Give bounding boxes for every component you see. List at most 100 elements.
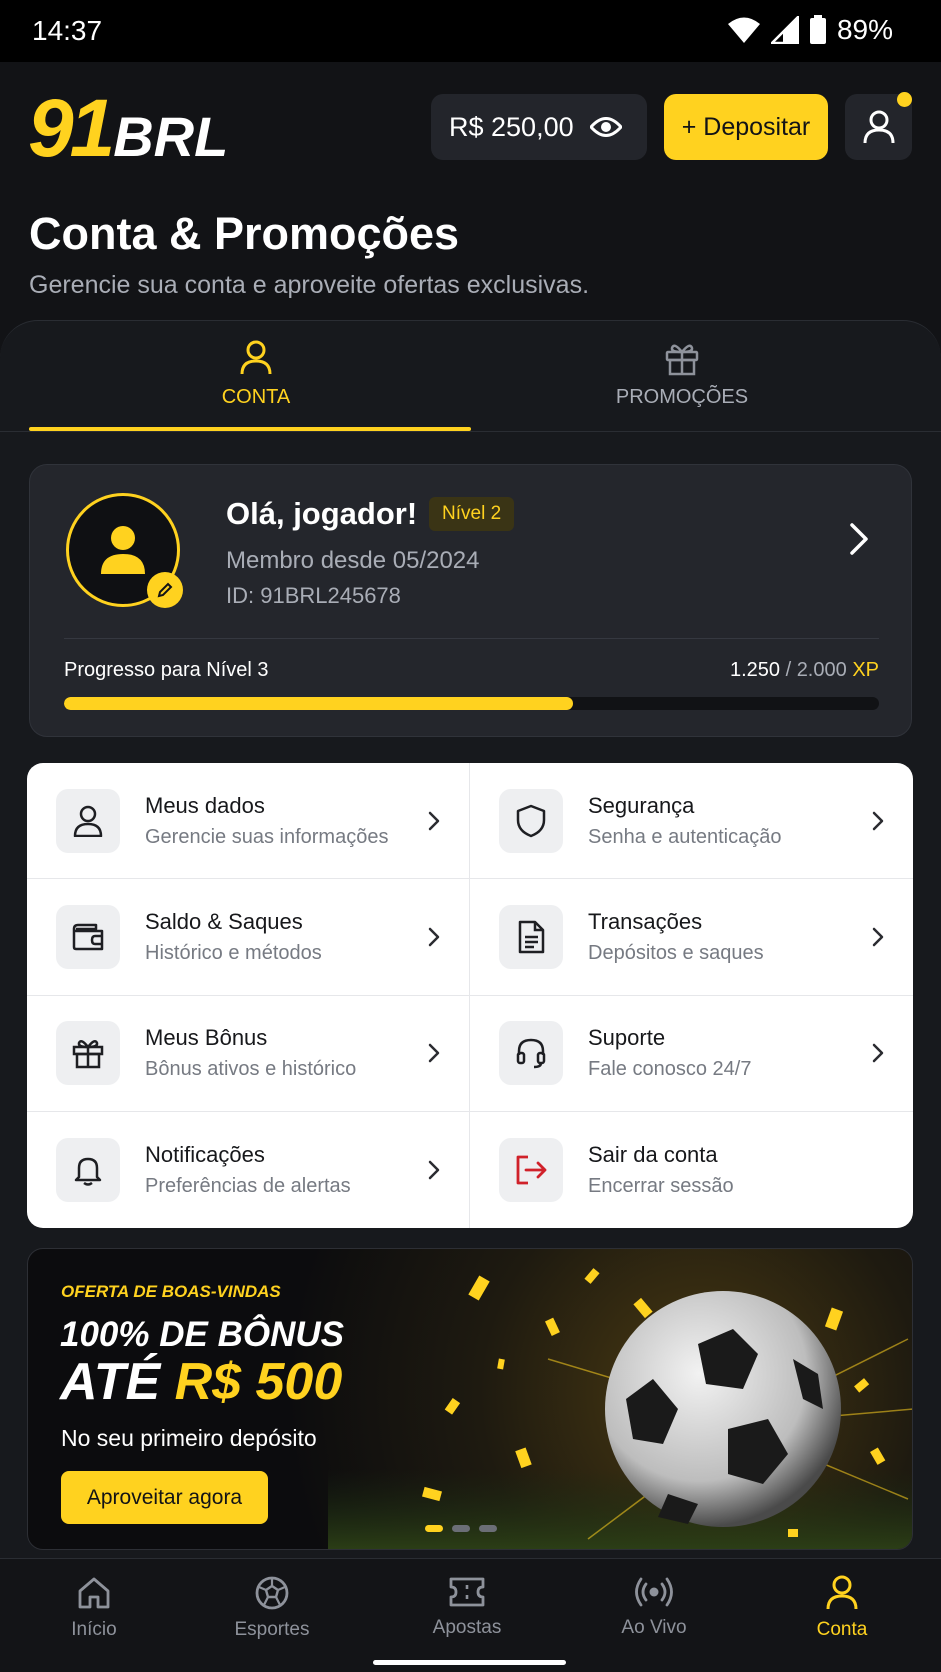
- chevron-right-icon: [427, 1159, 441, 1181]
- nav-label: Conta: [816, 1619, 868, 1640]
- level-progress-fill: [64, 697, 574, 710]
- progress-label: Progresso para Nível 3: [64, 659, 269, 681]
- xp-total: 2.000: [796, 659, 847, 681]
- menu-item-subtitle: Bônus ativos e histórico: [145, 1058, 357, 1081]
- menu-item-seguranca[interactable]: Segurança Senha e autenticação: [470, 763, 913, 880]
- battery-icon: [809, 15, 827, 45]
- home-icon: [76, 1575, 112, 1611]
- promo-cta-button[interactable]: Aproveitar agora: [61, 1471, 268, 1524]
- carousel-dot[interactable]: [425, 1525, 443, 1532]
- account-menu: Meus dados Gerencie suas informações Seg…: [27, 763, 913, 1228]
- tab-label: CONTA: [221, 386, 291, 408]
- gift-icon: [664, 340, 700, 376]
- menu-item-title: Suporte: [588, 1025, 666, 1051]
- battery-percentage: 89%: [836, 14, 893, 45]
- chevron-right-icon[interactable]: [848, 522, 870, 556]
- status-time: 14:37: [32, 15, 103, 46]
- brand-logo[interactable]: 91 BRL: [28, 88, 228, 170]
- promo-headline: 100% DE BÔNUS: [60, 1315, 344, 1354]
- balance-display[interactable]: R$ 250,00: [431, 94, 647, 160]
- nav-item-esportes[interactable]: Esportes: [197, 1575, 347, 1645]
- menu-item-subtitle: Gerencie suas informações: [145, 825, 389, 848]
- menu-item-title: Meus dados: [145, 792, 265, 818]
- chevron-right-icon: [871, 810, 885, 832]
- logo-text: BRL: [113, 105, 229, 168]
- promo-amount-prefix: ATÉ: [60, 1353, 175, 1411]
- menu-item-subtitle: Depósitos e saques: [588, 941, 764, 964]
- notification-dot: [897, 92, 912, 107]
- chevron-right-icon: [427, 1042, 441, 1064]
- xp-readout: 1.250 / 2.000 XP: [730, 659, 879, 682]
- document-icon: [499, 904, 563, 969]
- promo-eyebrow: OFERTA DE BOAS-VINDAS: [61, 1282, 281, 1301]
- carousel-dot[interactable]: [452, 1525, 470, 1532]
- carousel-dot[interactable]: [479, 1525, 497, 1532]
- ball-icon: [254, 1575, 290, 1611]
- nav-item-inicio[interactable]: Início: [19, 1575, 169, 1645]
- level-badge: Nível 2: [429, 497, 515, 531]
- tab-label: PROMOÇÕES: [615, 386, 749, 408]
- shield-icon: [499, 788, 563, 853]
- nav-label: Esportes: [234, 1619, 310, 1640]
- greeting: Olá, jogador!: [226, 496, 418, 531]
- user-icon: [56, 788, 120, 853]
- menu-item-title: Sair da conta: [588, 1141, 718, 1167]
- promo-amount-value: R$ 500: [174, 1353, 343, 1411]
- menu-item-saldo-saques[interactable]: Saldo & Saques Histórico e métodos: [27, 879, 470, 996]
- tab-promocoes[interactable]: PROMOÇÕES: [462, 330, 902, 430]
- xp-current: 1.250: [729, 659, 781, 681]
- pencil-icon: [156, 581, 174, 599]
- carousel-indicators: [425, 1525, 497, 1532]
- menu-item-title: Segurança: [588, 792, 695, 818]
- nav-item-apostas[interactable]: Apostas: [392, 1575, 542, 1645]
- user-id: ID: 91BRL245678: [226, 583, 401, 608]
- headset-icon: [499, 1021, 563, 1086]
- chevron-right-icon: [871, 926, 885, 948]
- user-icon: [825, 1575, 859, 1611]
- menu-item-subtitle: Preferências de alertas: [145, 1174, 351, 1197]
- nav-item-ao-vivo[interactable]: Ao Vivo: [579, 1575, 729, 1645]
- status-icons: 89%: [727, 14, 893, 46]
- chevron-right-icon: [871, 1042, 885, 1064]
- page-subtitle: Gerencie sua conta e aproveite ofertas e…: [29, 271, 590, 299]
- tab-divider: [0, 431, 941, 432]
- menu-item-suporte[interactable]: Suporte Fale conosco 24/7: [470, 996, 913, 1112]
- menu-item-title: Saldo & Saques: [145, 908, 303, 934]
- menu-item-subtitle: Fale conosco 24/7: [588, 1058, 752, 1081]
- menu-item-meus-bonus[interactable]: Meus Bônus Bônus ativos e histórico: [27, 995, 470, 1112]
- ticket-icon: [448, 1575, 486, 1609]
- menu-item-sair-da-conta[interactable]: Sair da conta Encerrar sessão: [470, 1112, 913, 1228]
- home-indicator[interactable]: [373, 1660, 566, 1665]
- level-progress-bar: [64, 697, 879, 710]
- menu-item-subtitle: Senha e autenticação: [588, 825, 782, 848]
- logout-icon: [499, 1137, 563, 1202]
- wifi-icon: [727, 16, 761, 44]
- nav-label: Apostas: [432, 1617, 502, 1638]
- chevron-right-icon: [427, 810, 441, 832]
- member-since: Membro desde 05/2024: [226, 547, 480, 574]
- live-icon: [634, 1575, 674, 1609]
- deposit-button[interactable]: + Depositar: [664, 94, 828, 160]
- menu-item-notificacoes[interactable]: Notificações Preferências de alertas: [27, 1111, 470, 1228]
- user-icon: [239, 340, 273, 376]
- nav-label: Início: [71, 1619, 117, 1640]
- tab-conta[interactable]: CONTA: [36, 330, 476, 430]
- page-title: Conta & Promoções: [29, 208, 460, 259]
- menu-item-subtitle: Encerrar sessão: [588, 1174, 734, 1197]
- promo-description: No seu primeiro depósito: [61, 1425, 317, 1451]
- chevron-right-icon: [427, 926, 441, 948]
- nav-item-conta[interactable]: Conta: [767, 1575, 917, 1645]
- logo-number: 91: [28, 83, 115, 174]
- signal-icon: [770, 16, 799, 44]
- edit-avatar-button[interactable]: [147, 572, 183, 608]
- promo-banner[interactable]: OFERTA DE BOAS-VINDAS 100% DE BÔNUS ATÉ …: [27, 1248, 913, 1550]
- wallet-icon: [56, 904, 120, 969]
- menu-item-title: Notificações: [145, 1141, 265, 1167]
- xp-unit: XP: [852, 659, 879, 681]
- eye-icon[interactable]: [589, 116, 622, 138]
- xp-separator: /: [780, 659, 797, 681]
- promo-amount: ATÉ R$ 500: [60, 1355, 342, 1410]
- menu-item-transacoes[interactable]: Transações Depósitos e saques: [470, 879, 913, 996]
- menu-item-meus-dados[interactable]: Meus dados Gerencie suas informações: [27, 763, 470, 880]
- menu-item-title: Transações: [588, 908, 703, 934]
